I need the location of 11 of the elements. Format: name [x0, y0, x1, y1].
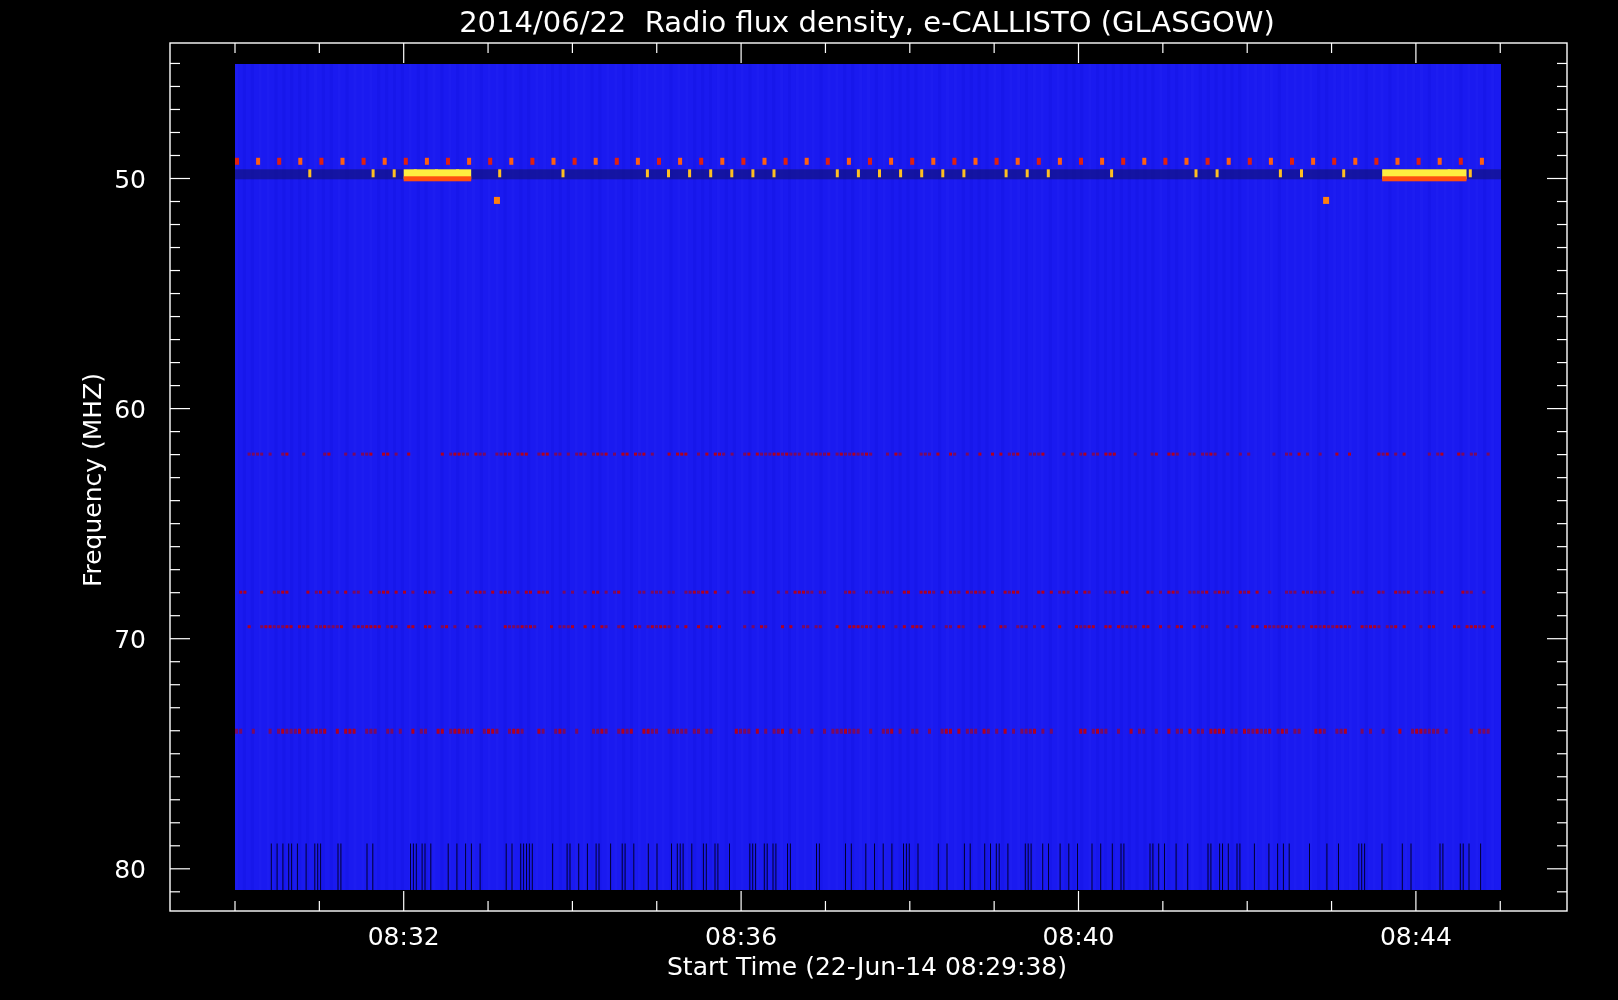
- tick-label: 08:32: [367, 922, 440, 951]
- tick-label: 60: [114, 394, 146, 424]
- tick-label: 08:40: [1042, 922, 1115, 951]
- tick-label: 08:44: [1379, 922, 1452, 951]
- tick-label: 80: [114, 854, 146, 884]
- tick-label: 70: [114, 624, 146, 654]
- tick-label: 50: [114, 164, 146, 194]
- axis-label: Frequency (MHZ): [78, 372, 107, 588]
- plot-title: 2014/06/22 Radio flux density, e-CALLISTO (GLASGOW): [459, 5, 1275, 39]
- tick-label: 08:36: [705, 922, 778, 951]
- axis-label: Start Time (22-Jun-14 08:29:38): [667, 952, 1067, 981]
